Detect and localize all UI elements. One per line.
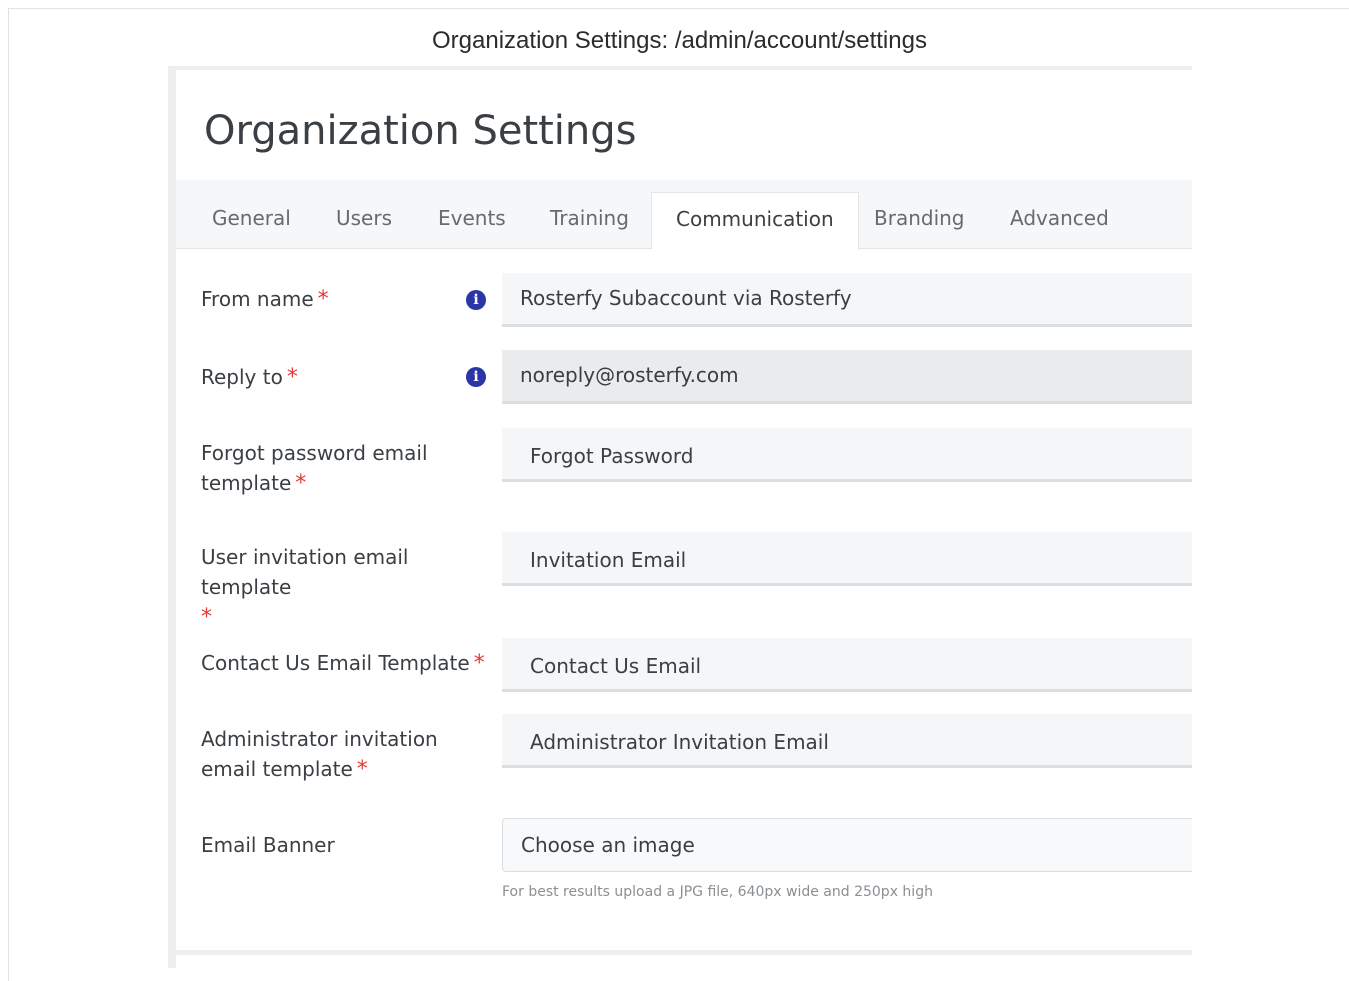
user-invitation-label-text: User invitation email template: [201, 545, 409, 599]
forgot-password-template-select[interactable]: Forgot Password: [502, 428, 1192, 482]
contact-us-label-text: Contact Us Email Template: [201, 651, 470, 675]
reply-to-input: noreply@rosterfy.com: [502, 350, 1192, 404]
page-caption: Organization Settings: /admin/account/se…: [432, 27, 927, 54]
tab-advanced[interactable]: Advanced: [1000, 197, 1119, 249]
email-banner-file-input[interactable]: Choose an image: [502, 818, 1192, 872]
required-asterisk: *: [201, 605, 212, 630]
tab-training[interactable]: Training: [540, 197, 639, 249]
from-name-input[interactable]: Rosterfy Subaccount via Rosterfy: [502, 273, 1192, 327]
email-banner-label: Email Banner: [201, 833, 335, 857]
from-name-label-text: From name: [201, 287, 314, 311]
reply-to-label: Reply to *: [201, 362, 491, 393]
contact-us-label: Contact Us Email Template *: [201, 648, 491, 679]
contact-us-template-select[interactable]: Contact Us Email: [502, 638, 1192, 692]
tab-bar: General Users Events Training Communicat…: [176, 180, 1192, 250]
required-asterisk: *: [356, 757, 368, 782]
required-asterisk: *: [286, 365, 298, 390]
admin-invitation-label-text: Administrator invitation email template: [201, 727, 438, 781]
tab-communication[interactable]: Communication: [651, 192, 859, 250]
required-asterisk: *: [473, 651, 485, 676]
admin-invitation-template-select[interactable]: Administrator Invitation Email: [502, 714, 1192, 768]
required-asterisk: *: [295, 471, 307, 496]
reply-to-label-text: Reply to: [201, 365, 283, 389]
user-invitation-template-select[interactable]: Invitation Email: [502, 532, 1192, 586]
settings-card: Organization Settings General Users Even…: [168, 66, 1192, 968]
tab-branding[interactable]: Branding: [864, 197, 975, 249]
divider: [176, 950, 1192, 955]
info-icon[interactable]: i: [466, 367, 486, 387]
info-icon[interactable]: i: [466, 290, 486, 310]
page-title: Organization Settings: [204, 108, 637, 154]
forgot-password-label-text: Forgot password email template: [201, 441, 428, 495]
admin-invitation-label: Administrator invitation email template *: [201, 724, 491, 785]
required-asterisk: *: [317, 287, 329, 312]
forgot-password-label: Forgot password email template *: [201, 438, 491, 499]
from-name-label: From name *: [201, 284, 491, 315]
tab-general[interactable]: General: [202, 197, 301, 249]
user-invitation-label: User invitation email template *: [201, 542, 491, 633]
tab-events[interactable]: Events: [428, 197, 516, 249]
email-banner-hint: For best results upload a JPG file, 640p…: [502, 884, 933, 900]
tab-users[interactable]: Users: [326, 197, 402, 249]
